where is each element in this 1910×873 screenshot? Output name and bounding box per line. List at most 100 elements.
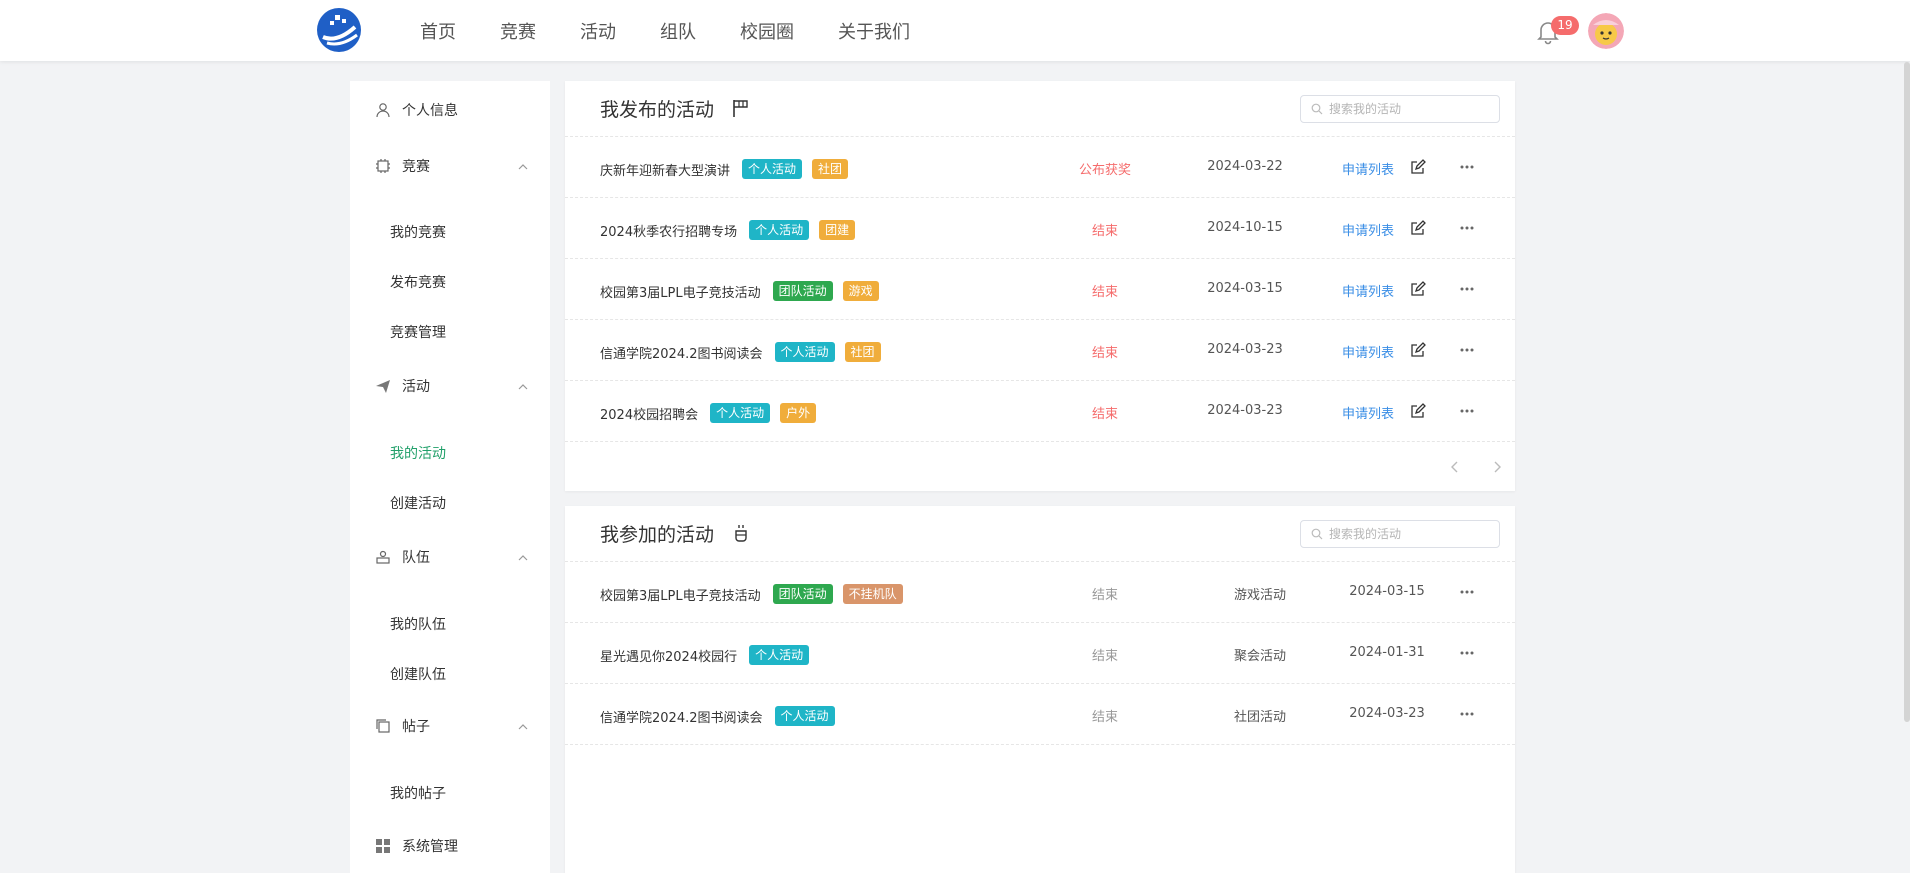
sidebar-item-my-competition[interactable]: 我的竞赛	[390, 222, 446, 242]
more-icon[interactable]	[1458, 645, 1476, 661]
sidebar-group-team[interactable]: 队伍	[350, 532, 550, 582]
table-row[interactable]: 庆新年迎新春大型演讲 个人活动 社团 公布获奖 2024-03-22 申请列表	[565, 137, 1515, 198]
search-box[interactable]	[1300, 520, 1500, 548]
sidebar-item-create-activity[interactable]: 创建活动	[390, 493, 446, 513]
edit-icon[interactable]	[1410, 220, 1426, 236]
activity-name-cell: 校园第3届LPL电子竞技活动 团队活动 游戏	[600, 281, 879, 301]
sidebar-group-activity[interactable]: 活动	[350, 361, 550, 411]
table-row[interactable]: 星光遇见你2024校园行 个人活动 结束 聚会活动 2024-01-31	[565, 623, 1515, 684]
sidebar-item-label: 系统管理	[402, 839, 458, 855]
activity-name-cell: 庆新年迎新春大型演讲 个人活动 社团	[600, 159, 849, 179]
category-tag: 团队活动	[772, 281, 833, 301]
edit-icon[interactable]	[1410, 159, 1426, 175]
sidebar-item-profile[interactable]: 个人信息	[350, 85, 550, 135]
more-icon[interactable]	[1458, 281, 1476, 297]
activity-name[interactable]: 庆新年迎新春大型演讲	[600, 160, 730, 179]
more-icon[interactable]	[1458, 159, 1476, 175]
chevron-up-icon	[516, 379, 530, 393]
table-row[interactable]: 2024校园招聘会 个人活动 户外 结束 2024-03-23 申请列表	[565, 381, 1515, 442]
more-icon[interactable]	[1458, 342, 1476, 358]
activity-name-cell: 信通学院2024.2图书阅读会 个人活动 社团	[600, 342, 881, 362]
activity-kind: 聚会活动	[1233, 649, 1286, 664]
chevron-up-icon	[516, 719, 530, 733]
activity-name[interactable]: 2024秋季农行招聘专场	[600, 221, 737, 240]
logo[interactable]	[315, 7, 363, 53]
chevron-left-icon[interactable]	[1445, 457, 1465, 477]
activity-name[interactable]: 信通学院2024.2图书阅读会	[600, 343, 763, 362]
search-input[interactable]	[1329, 102, 1489, 116]
published-list: 庆新年迎新春大型演讲 个人活动 社团 公布获奖 2024-03-22 申请列表 20…	[565, 137, 1515, 442]
main-nav: 首页 竞赛 活动 组队 校园圈 关于我们	[420, 0, 954, 61]
activity-name-cell: 星光遇见你2024校园行 个人活动	[600, 645, 810, 665]
flag-icon	[730, 97, 752, 119]
card-title: 我发布的活动	[600, 99, 715, 121]
edit-icon[interactable]	[1410, 403, 1426, 419]
activity-name[interactable]: 信通学院2024.2图书阅读会	[600, 707, 763, 726]
nav-competition[interactable]: 竞赛	[500, 18, 536, 44]
joined-list: 校园第3届LPL电子竞技活动 团队活动 不挂机队 结束 游戏活动 2024-03-1…	[565, 562, 1515, 745]
cup-icon	[730, 522, 752, 544]
more-icon[interactable]	[1458, 706, 1476, 722]
date-text: 2024-01-31	[1349, 645, 1425, 660]
table-row[interactable]: 校园第3届LPL电子竞技活动 团队活动 不挂机队 结束 游戏活动 2024-03-1…	[565, 562, 1515, 623]
category-tag: 团建	[819, 220, 856, 240]
status-text: 结束	[1091, 710, 1118, 725]
application-list-link[interactable]: 申请列表	[1342, 220, 1394, 239]
application-list-link[interactable]: 申请列表	[1342, 403, 1394, 422]
category-tag: 个人活动	[749, 220, 810, 240]
edit-icon[interactable]	[1410, 342, 1426, 358]
category-tag: 社团	[844, 342, 881, 362]
chevron-right-icon[interactable]	[1487, 457, 1507, 477]
activity-name-cell: 2024校园招聘会 个人活动 户外	[600, 403, 817, 423]
user-icon	[374, 101, 392, 119]
activity-name[interactable]: 校园第3届LPL电子竞技活动	[600, 282, 761, 301]
activity-name[interactable]: 星光遇见你2024校园行	[600, 646, 737, 665]
table-row[interactable]: 信通学院2024.2图书阅读会 个人活动 结束 社团活动 2024-03-23	[565, 684, 1515, 745]
sidebar-group-competition[interactable]: 竞赛	[350, 141, 550, 191]
edit-icon[interactable]	[1410, 281, 1426, 297]
search-box[interactable]	[1300, 95, 1500, 123]
table-row[interactable]: 校园第3届LPL电子竞技活动 团队活动 游戏 结束 2024-03-15 申请列表	[565, 259, 1515, 320]
activity-name[interactable]: 2024校园招聘会	[600, 404, 698, 423]
sidebar-item-competition-admin[interactable]: 竞赛管理	[390, 322, 446, 342]
category-tag: 个人活动	[774, 706, 835, 726]
nav-campus-circle[interactable]: 校园圈	[740, 18, 794, 44]
date-text: 2024-03-15	[1349, 584, 1425, 599]
sidebar-item-admin[interactable]: 系统管理	[350, 821, 550, 871]
nav-activity[interactable]: 活动	[580, 18, 616, 44]
pagination	[565, 442, 1515, 492]
application-list-link[interactable]: 申请列表	[1342, 159, 1394, 178]
activity-kind: 社团活动	[1233, 710, 1286, 725]
nav-home[interactable]: 首页	[420, 18, 456, 44]
category-tag: 团队活动	[772, 584, 833, 604]
more-icon[interactable]	[1458, 220, 1476, 236]
sidebar-item-create-team[interactable]: 创建队伍	[390, 664, 446, 684]
date-text: 2024-10-15	[1207, 220, 1283, 235]
avatar[interactable]	[1588, 13, 1624, 49]
nav-team[interactable]: 组队	[660, 18, 696, 44]
table-row[interactable]: 2024秋季农行招聘专场 个人活动 团建 结束 2024-10-15 申请列表	[565, 198, 1515, 259]
search-input[interactable]	[1329, 527, 1489, 541]
sidebar-group-post[interactable]: 帖子	[350, 701, 550, 751]
sidebar-item-publish-competition[interactable]: 发布竞赛	[390, 272, 446, 292]
chip-icon	[374, 157, 392, 175]
sidebar-group-label: 竞赛	[402, 159, 430, 175]
more-icon[interactable]	[1458, 584, 1476, 600]
copy-icon	[374, 717, 392, 735]
scrollbar[interactable]	[1904, 62, 1910, 722]
table-row[interactable]: 信通学院2024.2图书阅读会 个人活动 社团 结束 2024-03-23 申请列表	[565, 320, 1515, 381]
sidebar-item-my-team[interactable]: 我的队伍	[390, 614, 446, 634]
sidebar-item-my-activity[interactable]: 我的活动	[390, 443, 446, 463]
more-icon[interactable]	[1458, 403, 1476, 419]
sidebar-item-my-post[interactable]: 我的帖子	[390, 783, 446, 803]
status-text: 结束	[1091, 224, 1118, 239]
date-text: 2024-03-23	[1207, 342, 1283, 357]
nav-about[interactable]: 关于我们	[838, 18, 910, 44]
application-list-link[interactable]: 申请列表	[1342, 281, 1394, 300]
activity-name-cell: 信通学院2024.2图书阅读会 个人活动	[600, 706, 835, 726]
activity-name[interactable]: 校园第3届LPL电子竞技活动	[600, 585, 761, 604]
category-tag: 个人活动	[774, 342, 835, 362]
chevron-up-icon	[516, 550, 530, 564]
application-list-link[interactable]: 申请列表	[1342, 342, 1394, 361]
category-tag: 不挂机队	[842, 584, 903, 604]
